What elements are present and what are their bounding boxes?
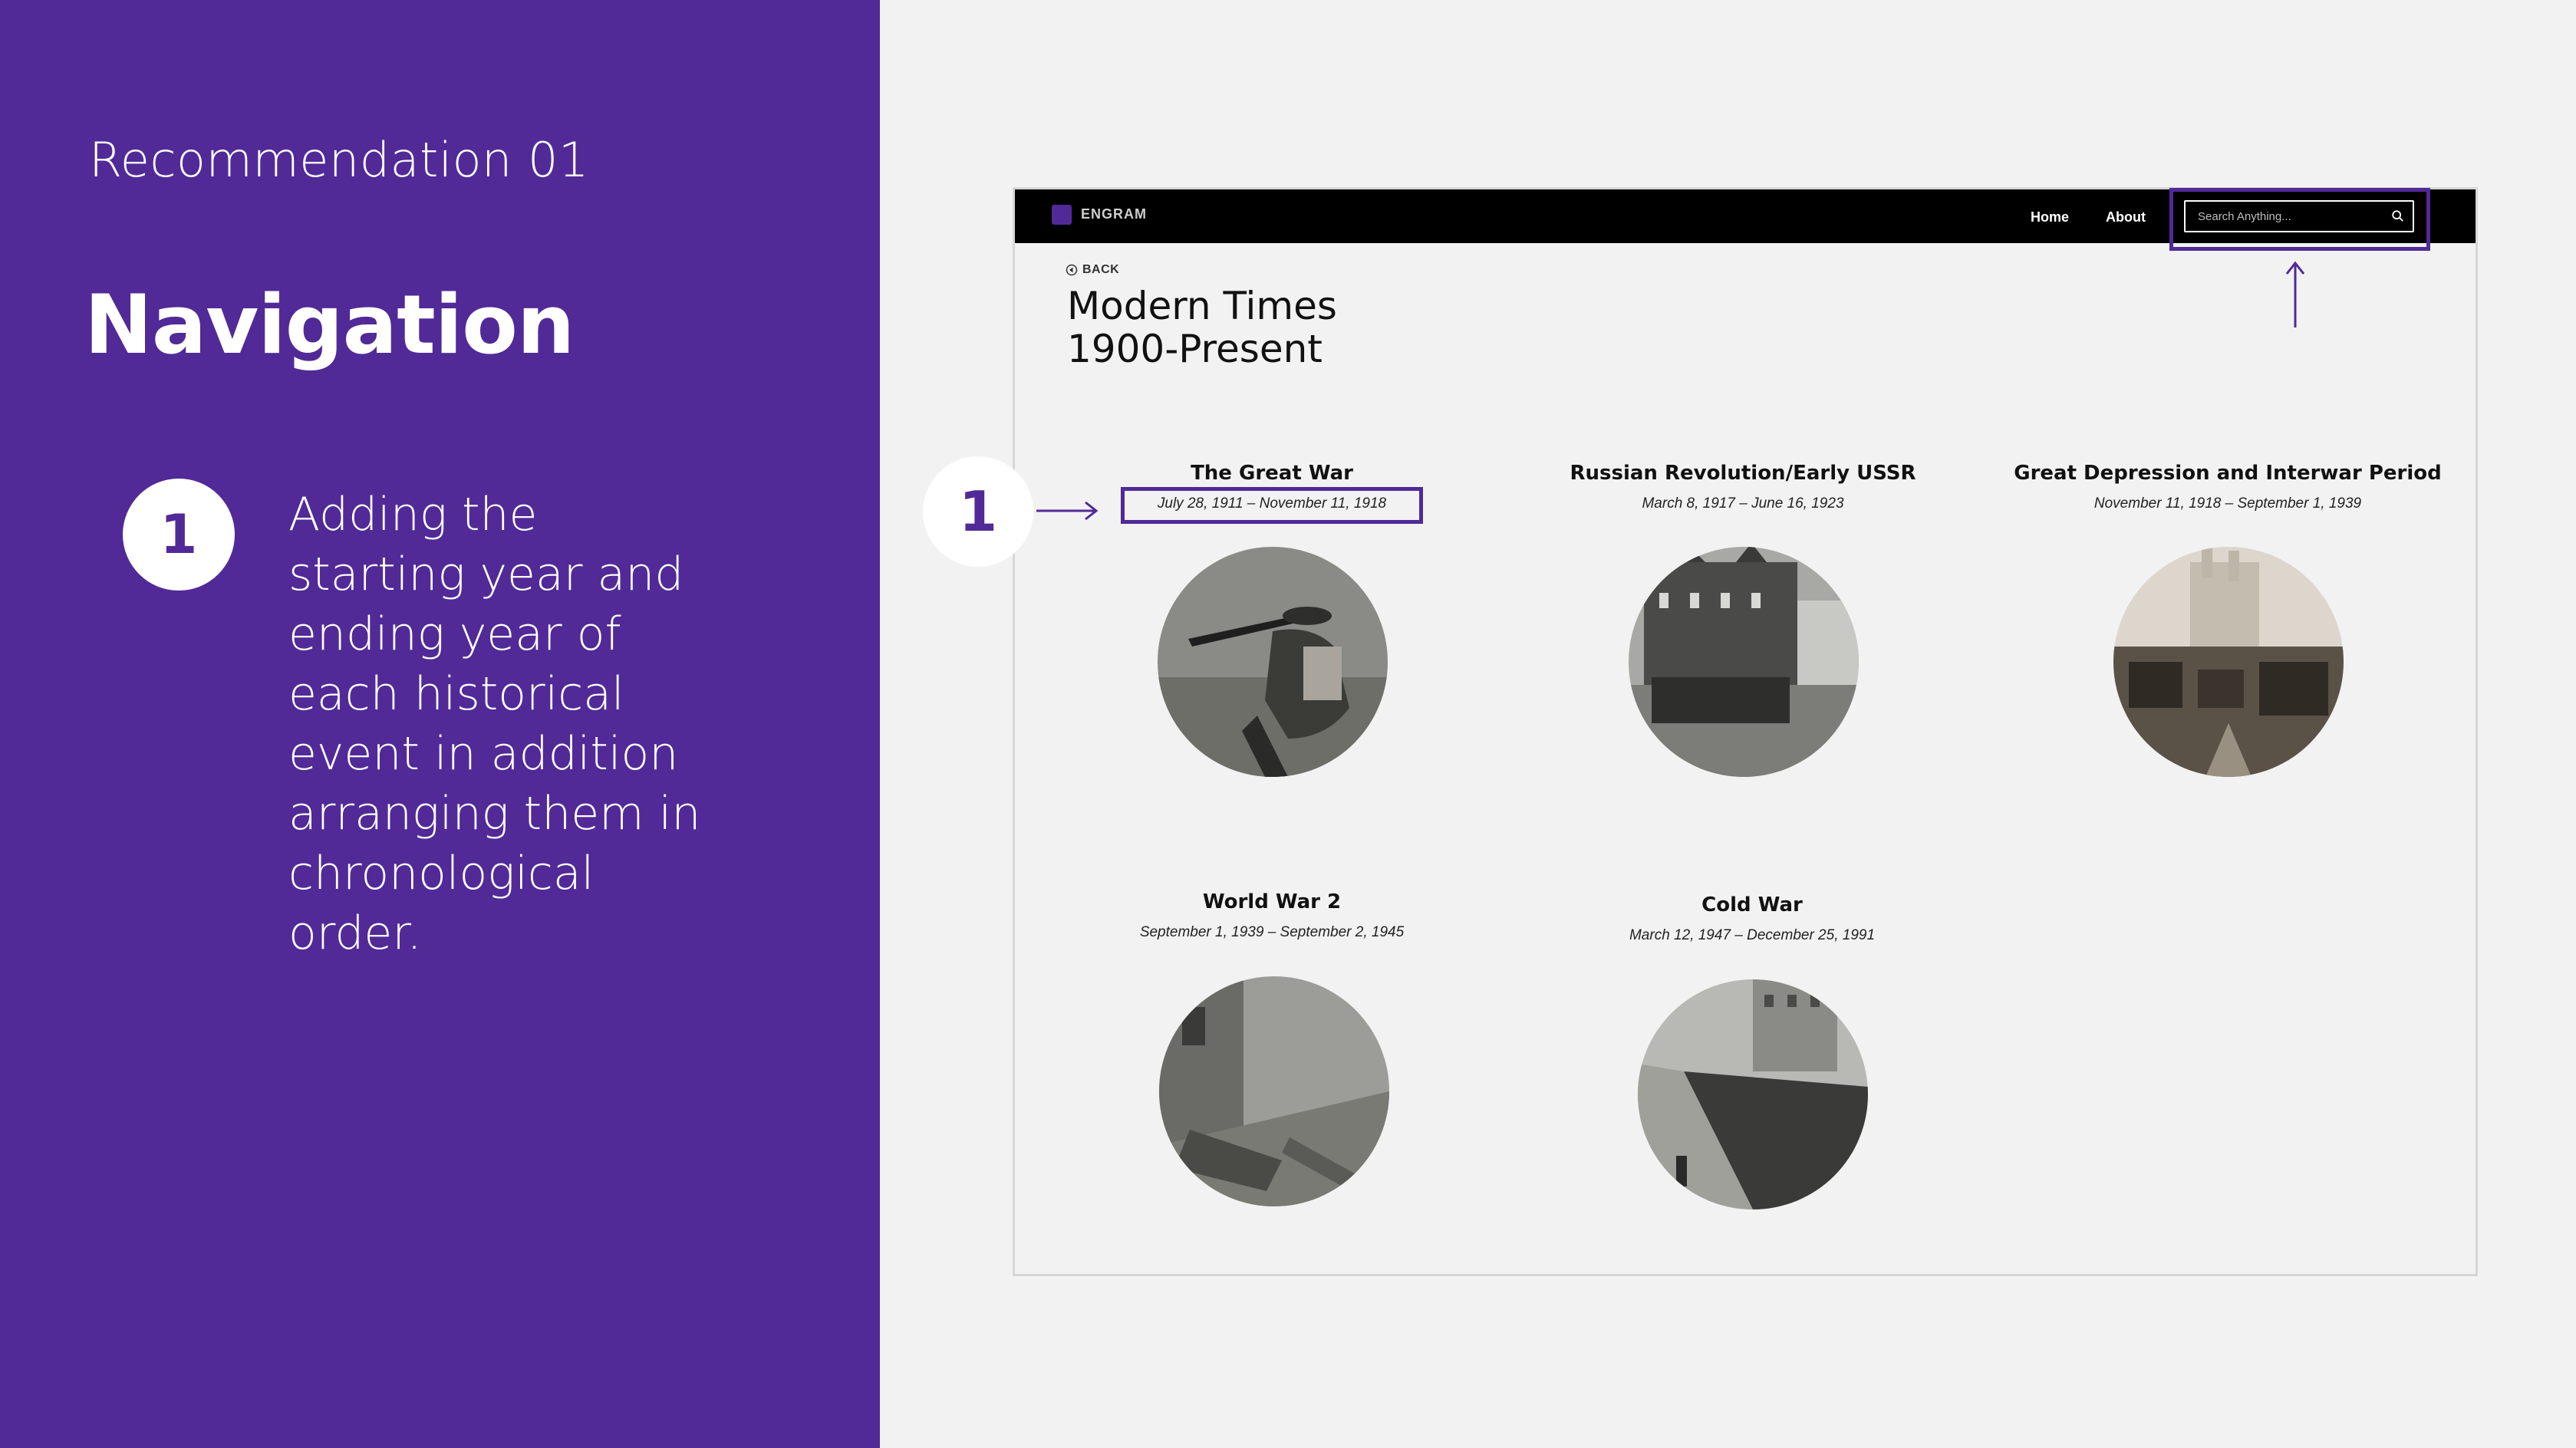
event-title[interactable]: The Great War <box>1042 462 1502 485</box>
slide-heading: Navigation <box>84 278 575 372</box>
event-image[interactable] <box>2113 547 2344 777</box>
event-image[interactable] <box>1629 547 1859 777</box>
page-title-line1: Modern Times <box>1067 284 1337 328</box>
slide-left-panel: Recommendation 01 Navigation 1 Adding th… <box>0 0 880 1448</box>
step-number-badge: 1 <box>123 479 235 591</box>
search-highlight-box <box>2169 188 2430 251</box>
logo-icon[interactable] <box>1052 205 1072 225</box>
step-description: Adding the starting year and ending year… <box>288 488 701 960</box>
up-arrow-icon <box>2285 261 2305 327</box>
event-title[interactable]: World War 2 <box>1042 890 1502 913</box>
callout-number-badge: 1 <box>923 456 1033 567</box>
nav-link-about[interactable]: About <box>2106 209 2146 225</box>
event-image[interactable] <box>1638 979 1868 1209</box>
nav-link-home[interactable]: Home <box>2031 209 2069 225</box>
page-title: Modern Times 1900-Present <box>1067 285 1527 370</box>
logo-text[interactable]: ENGRAM <box>1081 206 1147 222</box>
event-title[interactable]: Great Depression and Interwar Period <box>1998 462 2458 485</box>
event-card[interactable]: Great Depression and Interwar Period Nov… <box>1998 462 2458 512</box>
event-image[interactable] <box>1159 976 1389 1206</box>
event-card[interactable]: Cold War March 12, 1947 – December 25, 1… <box>1522 893 1982 944</box>
back-arrow-icon <box>1066 264 1078 276</box>
event-card[interactable]: Russian Revolution/Early USSR March 8, 1… <box>1513 462 1973 512</box>
event-date: November 11, 1918 – September 1, 1939 <box>2093 495 2362 512</box>
website-screenshot: ENGRAM Home About Search Anything... BAC… <box>923 187 2478 1276</box>
right-arrow-icon <box>1036 501 1099 521</box>
event-card[interactable]: World War 2 September 1, 1939 – Septembe… <box>1042 890 1502 941</box>
event-date: March 8, 1917 – June 16, 1923 <box>1642 495 1844 512</box>
recommendation-label: Recommendation 01 <box>89 132 589 188</box>
date-highlight-box <box>1121 487 1423 524</box>
back-label: BACK <box>1082 263 1120 276</box>
event-title[interactable]: Russian Revolution/Early USSR <box>1513 462 1973 485</box>
back-link[interactable]: BACK <box>1066 263 1119 277</box>
event-image[interactable] <box>1158 547 1388 777</box>
page-title-line2: 1900-Present <box>1067 327 1323 371</box>
event-date: March 12, 1947 – December 25, 1991 <box>1629 927 1876 943</box>
event-date: September 1, 1939 – September 2, 1945 <box>1139 924 1405 940</box>
event-title[interactable]: Cold War <box>1522 893 1982 917</box>
